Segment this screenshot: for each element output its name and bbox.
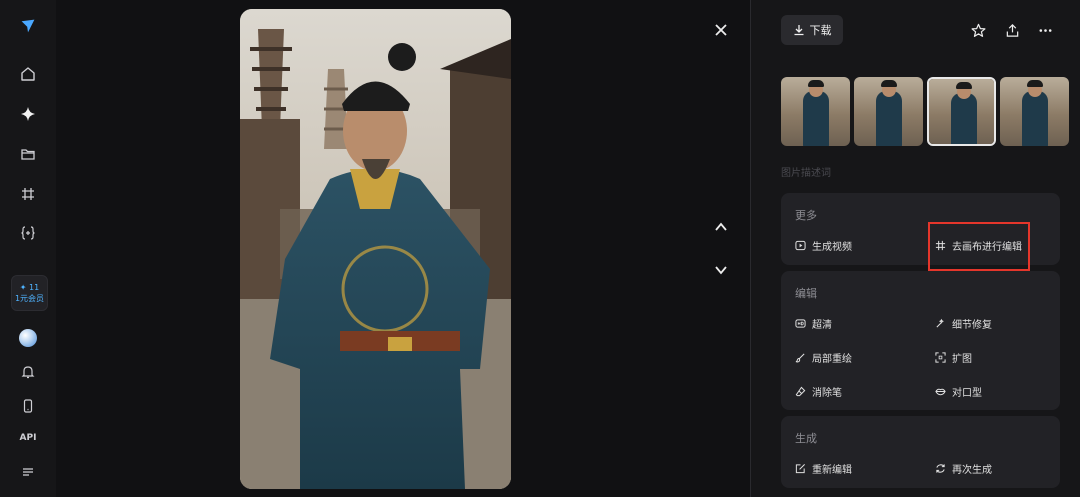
expand-icon [935,352,946,363]
eraser-button[interactable]: 消除笔 [795,384,842,399]
hd-icon [795,319,806,328]
close-button[interactable] [709,18,733,42]
lips-icon [935,388,946,396]
image-viewer [56,0,750,497]
sparkle-icon [21,107,35,121]
edit-card: 编辑 超清 细节修复 局部重绘 扩图 消除笔 对口型 [781,271,1060,410]
next-image-button[interactable] [709,258,733,282]
previous-image-button[interactable] [709,215,733,239]
braces-icon [21,226,35,240]
portrait-illustration [240,9,511,489]
inpaint-button[interactable]: 局部重绘 [795,350,852,365]
lip-sync-label: 对口型 [952,388,982,399]
video-play-icon [795,240,806,251]
re-edit-button[interactable]: 重新编辑 [795,461,852,476]
thumbnail-strip [781,77,1069,146]
brush-icon [795,353,805,363]
menu-icon [23,468,33,476]
sidebar-item-api[interactable]: API [0,433,56,443]
lip-sync-button[interactable]: 对口型 [935,384,982,399]
close-icon [715,24,727,36]
generate-video-label: 生成视频 [812,242,852,253]
download-button[interactable]: 下载 [781,15,843,45]
download-icon [794,25,803,36]
detail-repair-label: 细节修复 [952,320,992,331]
thumbnail-2[interactable] [854,77,923,146]
thumbnail-1[interactable] [781,77,850,146]
share-button[interactable] [1001,19,1023,41]
edit-card-title: 编辑 [795,287,817,300]
member-label: 1元会员 [14,294,45,303]
sidebar-item-notifications[interactable] [14,358,42,386]
star-icon [971,23,985,37]
detail-repair-button[interactable]: 细节修复 [935,316,992,331]
expand-image-button[interactable]: 扩图 [935,350,972,365]
regenerate-button[interactable]: 再次生成 [935,461,992,476]
main-image [240,9,511,489]
sidebar-item-menu[interactable] [14,458,42,486]
more-horizontal-icon [1039,28,1051,32]
home-icon [21,67,35,81]
sidebar-item-code[interactable] [14,219,42,247]
more-card-title: 更多 [795,209,817,222]
sidebar-item-mobile[interactable] [14,392,42,420]
sidebar-item-home[interactable] [14,60,42,88]
favorite-button[interactable] [967,19,989,41]
expand-label: 扩图 [952,354,972,365]
member-credit-count: ✦ 11 [19,283,40,292]
chevron-up-icon [715,222,727,231]
thumbnail-4[interactable] [1000,77,1069,146]
generate-video-button[interactable]: 生成视频 [795,238,852,253]
share-icon [1006,23,1018,37]
image-description-placeholder: 图片描述词 [781,168,831,179]
canvas-icon [22,188,34,200]
more-options-button[interactable] [1034,19,1056,41]
highlight-annotation-box [928,222,1030,271]
regenerate-label: 再次生成 [952,465,992,476]
generate-card-title: 生成 [795,432,817,445]
more-card: 更多 生成视频 去画布进行编辑 [781,193,1060,271]
sidebar-item-canvas[interactable] [14,180,42,208]
magic-wand-icon [936,318,944,328]
refresh-icon [936,464,945,473]
phone-icon [23,399,33,413]
thumbnail-3-selected[interactable] [927,77,996,146]
chevron-down-icon [715,266,727,275]
left-sidebar: ✦ 11 1元会员 API [0,0,56,497]
app-logo[interactable] [14,12,42,40]
hd-label: 超清 [812,320,832,331]
member-badge[interactable]: ✦ 11 1元会员 [11,275,48,311]
avatar[interactable] [19,329,37,347]
sidebar-item-generate[interactable] [14,100,42,128]
folder-icon [21,149,35,160]
re-edit-label: 重新编辑 [812,465,852,476]
logo-icon [21,19,35,33]
eraser-label: 消除笔 [812,388,842,399]
download-label: 下载 [809,24,832,37]
detail-panel: 下载 图片描述词 更多 生成视频 去画布进行编辑 编辑 超清 细节修复 局部重绘… [751,0,1080,497]
bell-icon [21,366,35,379]
eraser-icon [795,386,806,397]
sidebar-item-assets[interactable] [14,140,42,168]
edit-box-icon [795,464,805,474]
hd-upscale-button[interactable]: 超清 [795,316,832,331]
generate-card: 生成 重新编辑 再次生成 [781,416,1060,488]
inpaint-label: 局部重绘 [812,354,852,365]
